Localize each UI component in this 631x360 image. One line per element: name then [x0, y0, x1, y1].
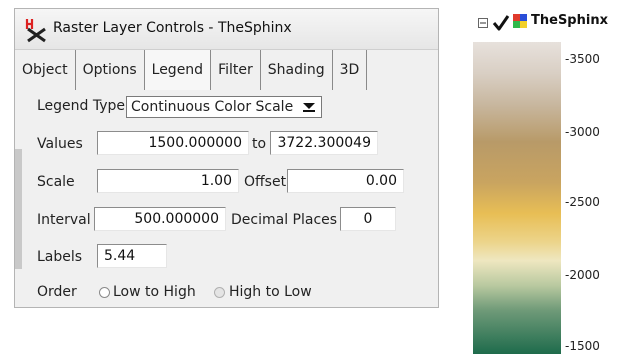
order-label: Order	[37, 284, 77, 300]
legend-type-value: Continuous Color Scale	[131, 99, 294, 115]
app-icon	[25, 19, 46, 43]
interval-label: Interval	[37, 212, 91, 228]
tab-options[interactable]: Options	[75, 50, 145, 90]
tab-filter[interactable]: Filter	[211, 50, 261, 90]
tick-label: -3500	[565, 52, 600, 66]
legend-type-select[interactable]: Continuous Color Scale	[126, 96, 322, 118]
legend-type-label: Legend Type	[37, 98, 126, 114]
tick-label: -2500	[565, 195, 600, 209]
values-to-input[interactable]: 3722.300049	[270, 131, 378, 155]
window-title: Raster Layer Controls - TheSphinx	[53, 20, 292, 36]
dropdown-arrow-icon[interactable]	[301, 101, 317, 113]
values-from-input[interactable]: 1500.000000	[97, 131, 249, 155]
offset-label: Offset	[244, 174, 287, 190]
order-high-to-low-radio[interactable]	[214, 287, 225, 298]
scale-input[interactable]: 1.00	[97, 169, 239, 193]
tab-legend[interactable]: Legend	[144, 50, 212, 90]
decimal-places-label: Decimal Places	[231, 212, 338, 228]
labels-input[interactable]: 5.44	[97, 244, 167, 268]
left-scroll-strip	[15, 149, 22, 269]
tab-object[interactable]: Object	[16, 50, 76, 90]
collapse-icon[interactable]	[478, 18, 488, 28]
tab-shading[interactable]: Shading	[260, 50, 333, 90]
scale-label: Scale	[37, 174, 75, 190]
labels-label: Labels	[37, 249, 83, 265]
visibility-checkbox-icon[interactable]	[492, 14, 510, 32]
offset-input[interactable]: 0.00	[287, 169, 404, 193]
tab-bar: Object Options Legend Filter Shading 3D	[16, 50, 426, 90]
raster-layer-icon	[513, 14, 527, 28]
interval-input[interactable]: 500.000000	[94, 207, 226, 231]
tick-label: -3000	[565, 125, 600, 139]
color-scale-bar	[473, 42, 561, 354]
decimal-places-input[interactable]: 0	[340, 207, 396, 231]
order-low-to-high-radio[interactable]	[99, 287, 110, 298]
values-label: Values	[37, 136, 83, 152]
tick-label: -1500	[565, 339, 600, 353]
tick-label: -2000	[565, 268, 600, 282]
order-high-to-low-label[interactable]: High to Low	[229, 284, 312, 300]
tab-3d[interactable]: 3D	[332, 50, 368, 90]
order-low-to-high-label[interactable]: Low to High	[113, 284, 196, 300]
minus-icon	[480, 22, 486, 24]
to-label: to	[252, 136, 267, 152]
layer-name[interactable]: TheSphinx	[531, 13, 608, 28]
title-bar[interactable]: Raster Layer Controls - TheSphinx	[15, 9, 438, 50]
